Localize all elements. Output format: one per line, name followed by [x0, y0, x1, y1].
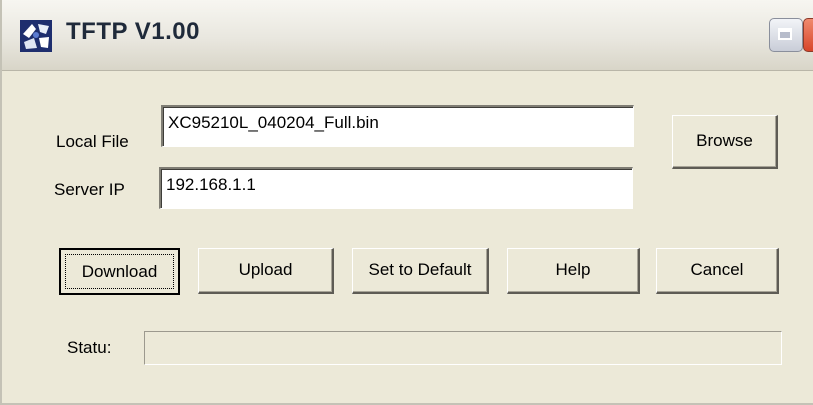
local-file-label: Local File [56, 132, 129, 151]
close-button[interactable]: × [803, 18, 813, 52]
browse-button[interactable]: Browse [672, 115, 778, 169]
restore-icon [778, 28, 792, 40]
set-to-default-button[interactable]: Set to Default [352, 248, 489, 294]
server-ip-label: Server IP [54, 180, 125, 199]
download-button-label: Download [65, 254, 174, 289]
help-button[interactable]: Help [507, 248, 640, 294]
upload-button[interactable]: Upload [198, 248, 334, 294]
cancel-button[interactable]: Cancel [656, 248, 779, 294]
title-bar[interactable]: TFTP V1.00 × [2, 0, 813, 71]
maximize-button[interactable] [769, 18, 803, 52]
download-button[interactable]: Download [59, 248, 180, 295]
window-title: TFTP V1.00 [66, 18, 200, 45]
local-file-input[interactable]: XC95210L_040204_Full.bin [161, 105, 634, 147]
tftp-app-icon [20, 20, 52, 52]
status-field [144, 331, 782, 365]
server-ip-input[interactable]: 192.168.1.1 [159, 167, 633, 209]
tftp-window: TFTP V1.00 × Local File XC95210L_040204_… [0, 0, 813, 405]
status-label: Statu: [67, 338, 112, 357]
